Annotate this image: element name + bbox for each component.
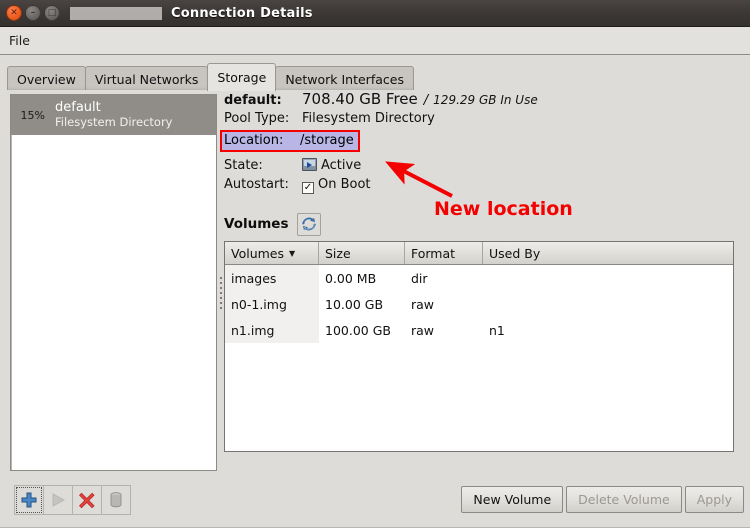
autostart-field-label: Autostart: (224, 177, 302, 192)
add-pool-button[interactable] (14, 485, 44, 515)
pool-type-label: Filesystem Directory (55, 116, 172, 129)
tabstrip: Overview Virtual Networks Storage Networ… (0, 56, 750, 92)
pool-type-field-value: Filesystem Directory (302, 111, 435, 126)
state-row: State: Active (224, 156, 742, 177)
tab-network-interfaces[interactable]: Network Interfaces (275, 66, 414, 91)
maximize-icon[interactable]: □ (44, 5, 60, 21)
pool-action-buttons (14, 485, 130, 515)
connection-details-window: ✕ – □ Connection Details File Overview V… (0, 0, 750, 528)
location-field-label: Location: (224, 133, 300, 148)
volumes-title: Volumes (224, 216, 288, 232)
cell-used-by: n1 (483, 323, 733, 338)
cell-size: 0.00 MB (319, 271, 405, 286)
minimize-icon[interactable]: – (25, 5, 41, 21)
stop-pool-button[interactable] (72, 485, 102, 515)
storage-pool-list[interactable]: 15% default Filesystem Directory (10, 94, 217, 471)
window-titlebar: ✕ – □ Connection Details (0, 0, 750, 27)
apply-button: Apply (685, 486, 744, 513)
delete-volume-button: Delete Volume (566, 486, 682, 513)
refresh-icon (301, 216, 317, 232)
column-header-volumes-label: Volumes (231, 246, 284, 261)
table-row[interactable]: n0-1.img 10.00 GB raw (225, 291, 733, 317)
pool-usage-percent: 15% (15, 109, 49, 122)
pool-free-space: 708.40 GB Free (302, 90, 418, 108)
pool-in-use: 129.29 GB In Use (433, 93, 538, 107)
trash-icon (107, 491, 125, 509)
column-header-used-by[interactable]: Used By (483, 242, 733, 264)
pool-details-panel: default: 708.40 GB Free / 129.29 GB In U… (224, 90, 742, 478)
chevron-down-icon: ▼ (289, 249, 295, 258)
autostart-row: Autostart: ✓ On Boot (224, 177, 742, 198)
table-row[interactable]: images 0.00 MB dir (225, 265, 733, 291)
column-header-size[interactable]: Size (319, 242, 405, 264)
menubar: File (0, 27, 750, 55)
cell-size: 100.00 GB (319, 323, 405, 338)
volumes-table-body: images 0.00 MB dir n0-1.img 10.00 GB raw… (225, 265, 733, 343)
state-field-label: State: (224, 158, 302, 173)
menu-item-file[interactable]: File (0, 30, 38, 51)
volumes-table-header: Volumes ▼ Size Format Used By (225, 242, 733, 265)
bottom-toolbar: New Volume Delete Volume Apply (0, 482, 750, 528)
pool-summary-row: default: 708.40 GB Free / 129.29 GB In U… (224, 90, 742, 111)
volumes-header: Volumes (224, 212, 742, 236)
table-row[interactable]: n1.img 100.00 GB raw n1 (225, 317, 733, 343)
column-header-format[interactable]: Format (405, 242, 483, 264)
location-highlight: Location: /storage (222, 132, 358, 150)
tab-overview[interactable]: Overview (7, 66, 86, 91)
cell-volume: images (225, 265, 319, 291)
cell-format: raw (405, 323, 483, 338)
state-field-value: Active (321, 158, 361, 173)
plus-icon (20, 491, 38, 509)
location-row: Location: /storage (224, 132, 742, 153)
autostart-field-value: On Boot (318, 177, 371, 192)
pool-type-field-label: Pool Type: (224, 111, 302, 126)
summary-separator: / (424, 93, 428, 108)
cell-format: raw (405, 297, 483, 312)
dialog-action-buttons: New Volume Delete Volume Apply (458, 486, 744, 513)
pool-name-heading: default: (224, 93, 302, 108)
column-header-volumes[interactable]: Volumes ▼ (225, 242, 319, 264)
play-icon (49, 491, 67, 509)
list-item-pool-default[interactable]: 15% default Filesystem Directory (11, 95, 216, 135)
cell-size: 10.00 GB (319, 297, 405, 312)
start-pool-button (43, 485, 73, 515)
delete-pool-button[interactable] (101, 485, 131, 515)
autostart-checkbox[interactable]: ✓ (302, 182, 314, 194)
redacted-title-area (70, 7, 162, 20)
tab-virtual-networks[interactable]: Virtual Networks (85, 66, 209, 91)
refresh-volumes-button[interactable] (297, 213, 321, 236)
pool-name-label: default (55, 101, 172, 116)
window-title: Connection Details (171, 6, 313, 21)
pool-type-row: Pool Type: Filesystem Directory (224, 111, 742, 132)
volumes-table[interactable]: Volumes ▼ Size Format Used By images 0.0… (224, 241, 734, 452)
window-controls: ✕ – □ (0, 5, 60, 21)
tab-storage[interactable]: Storage (207, 63, 276, 91)
monitor-play-icon (302, 158, 317, 171)
cell-volume: n1.img (225, 317, 319, 343)
storage-tab-panel: 15% default Filesystem Directory default… (0, 90, 750, 482)
x-icon (78, 491, 96, 509)
location-field-value: /storage (300, 133, 354, 148)
cell-volume: n0-1.img (225, 291, 319, 317)
cell-format: dir (405, 271, 483, 286)
new-volume-button[interactable]: New Volume (461, 486, 563, 513)
close-icon[interactable]: ✕ (6, 5, 22, 21)
